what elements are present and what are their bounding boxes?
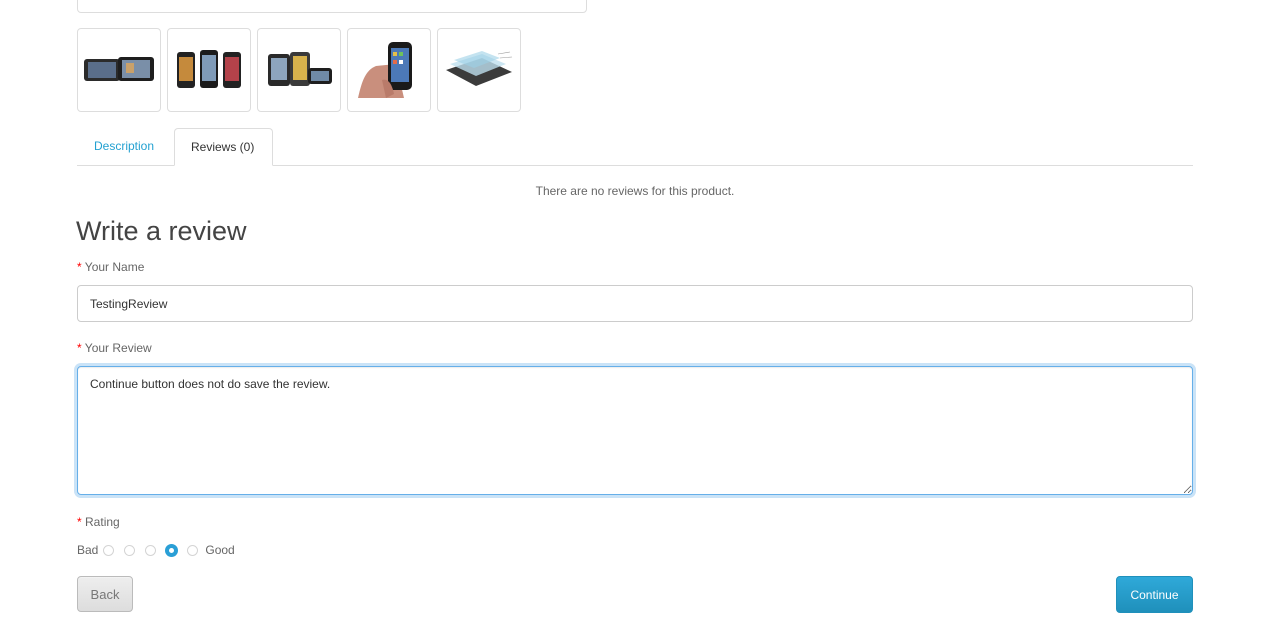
required-marker: * — [77, 341, 82, 355]
thumbnail-5[interactable] — [437, 28, 521, 112]
thumbnail-strip — [77, 28, 521, 112]
review-label-text: Your Review — [84, 341, 152, 355]
rating-label: * Rating — [77, 515, 120, 529]
tab-description[interactable]: Description — [77, 128, 171, 165]
rating-radio-5[interactable] — [187, 544, 199, 556]
no-reviews-message: There are no reviews for this product. — [535, 184, 735, 198]
review-textarea[interactable]: Continue button does not do save the rev… — [77, 366, 1193, 495]
rating-low-label: Bad — [77, 543, 99, 557]
main-image-frame — [77, 0, 587, 13]
thumbnail-4[interactable] — [347, 28, 431, 112]
rating-label-text: Rating — [85, 515, 120, 529]
tab-reviews[interactable]: Reviews (0) — [174, 128, 273, 166]
thumbnail-1[interactable] — [77, 28, 161, 112]
write-review-title: Write a review — [76, 216, 247, 246]
name-label: * Your Name — [77, 260, 144, 274]
rating-radio-3[interactable] — [145, 544, 157, 556]
phone-landscape-thumbnail — [84, 57, 154, 81]
continue-button[interactable]: Continue — [1116, 576, 1193, 613]
thumbnail-3[interactable] — [257, 28, 341, 112]
rating-high-label: Good — [205, 543, 235, 557]
back-button[interactable]: Back — [77, 576, 133, 612]
product-tabs: Description Reviews (0) — [77, 128, 1193, 166]
phone-in-hand-thumbnail — [358, 42, 412, 98]
rating-radio-2[interactable] — [124, 544, 136, 556]
name-label-text: Your Name — [84, 260, 145, 274]
name-input[interactable] — [77, 285, 1193, 322]
required-marker: * — [77, 260, 82, 274]
rating-radio-4[interactable] — [165, 543, 179, 557]
phones-angle-thumbnail — [268, 52, 332, 86]
rating-options: Bad Good — [77, 543, 235, 557]
required-marker: * — [77, 515, 82, 529]
thumbnail-2[interactable] — [167, 28, 251, 112]
review-label: * Your Review — [77, 341, 152, 355]
rating-radio-1[interactable] — [103, 544, 115, 556]
phone-layers-thumbnail — [446, 51, 513, 86]
phones-group-thumbnail — [177, 50, 241, 88]
